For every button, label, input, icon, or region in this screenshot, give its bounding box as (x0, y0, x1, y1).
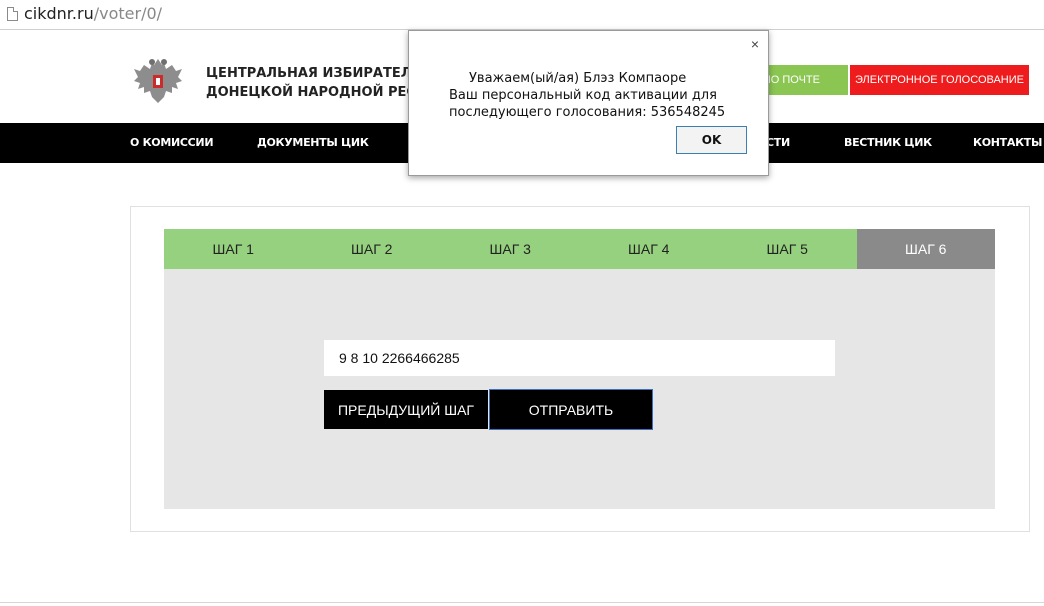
nav-item-commission[interactable]: О КОМИССИИ (130, 123, 214, 163)
step-tab-4[interactable]: ШАГ 4 (579, 229, 718, 269)
step-tab-2[interactable]: ШАГ 2 (302, 229, 441, 269)
alert-dialog: × Уважаем(ый/ая) Блэз Компаоре Ваш персо… (408, 30, 769, 176)
step-tab-6[interactable]: ШАГ 6 (856, 229, 995, 269)
nav-item-news[interactable]: СТИ (766, 123, 790, 163)
dialog-message-line3: последующего голосования: 536548245 (449, 105, 726, 120)
organization-name[interactable]: ЦЕНТРАЛЬНАЯ ИЗБИРАТЕЛЬНА ДОНЕЦКОЙ НАРОДН… (206, 64, 416, 102)
eagle-emblem-icon[interactable] (130, 53, 186, 109)
nav-item-documents[interactable]: ДОКУМЕНТЫ ЦИК (257, 123, 369, 163)
dialog-message: Уважаем(ый/ая) Блэз Компаоре Ваш персона… (449, 70, 749, 121)
url-text[interactable]: cikdnr.ru/voter/0/ (24, 5, 162, 23)
previous-step-button[interactable]: ПРЕДЫДУЩИЙ ШАГ (324, 390, 488, 429)
step-tab-5[interactable]: ШАГ 5 (718, 229, 857, 269)
ok-button[interactable]: OK (676, 126, 747, 154)
step-tabs: ШАГ 1 ШАГ 2 ШАГ 3 ШАГ 4 ШАГ 5 ШАГ 6 (164, 229, 995, 269)
activation-code-input[interactable] (324, 340, 835, 376)
page-bottom-divider (0, 602, 1044, 603)
address-bar[interactable]: cikdnr.ru/voter/0/ (0, 0, 1044, 30)
step-tab-1[interactable]: ШАГ 1 (164, 229, 303, 269)
nav-item-contacts[interactable]: КОНТАКТЫ (973, 123, 1042, 163)
nav-item-bulletin[interactable]: ВЕСТНИК ЦИК (844, 123, 932, 163)
step-tab-3[interactable]: ШАГ 3 (441, 229, 580, 269)
electronic-voting-button[interactable]: ЭЛЕКТРОННОЕ ГОЛОСОВАНИЕ (850, 65, 1029, 95)
close-icon[interactable]: × (751, 37, 759, 51)
dialog-message-line1: Уважаем(ый/ая) Блэз Компаоре (469, 71, 687, 86)
dialog-message-line2: Ваш персональный код активации для (449, 88, 717, 103)
url-host: cikdnr.ru (24, 4, 94, 23)
org-name-line2: ДОНЕЦКОЙ НАРОДНОЙ РЕСПУ (206, 85, 416, 100)
url-path: /voter/0/ (93, 4, 163, 23)
org-name-line1: ЦЕНТРАЛЬНАЯ ИЗБИРАТЕЛЬНА (206, 66, 416, 81)
page-icon (7, 7, 18, 21)
submit-button[interactable]: ОТПРАВИТЬ (489, 389, 653, 430)
